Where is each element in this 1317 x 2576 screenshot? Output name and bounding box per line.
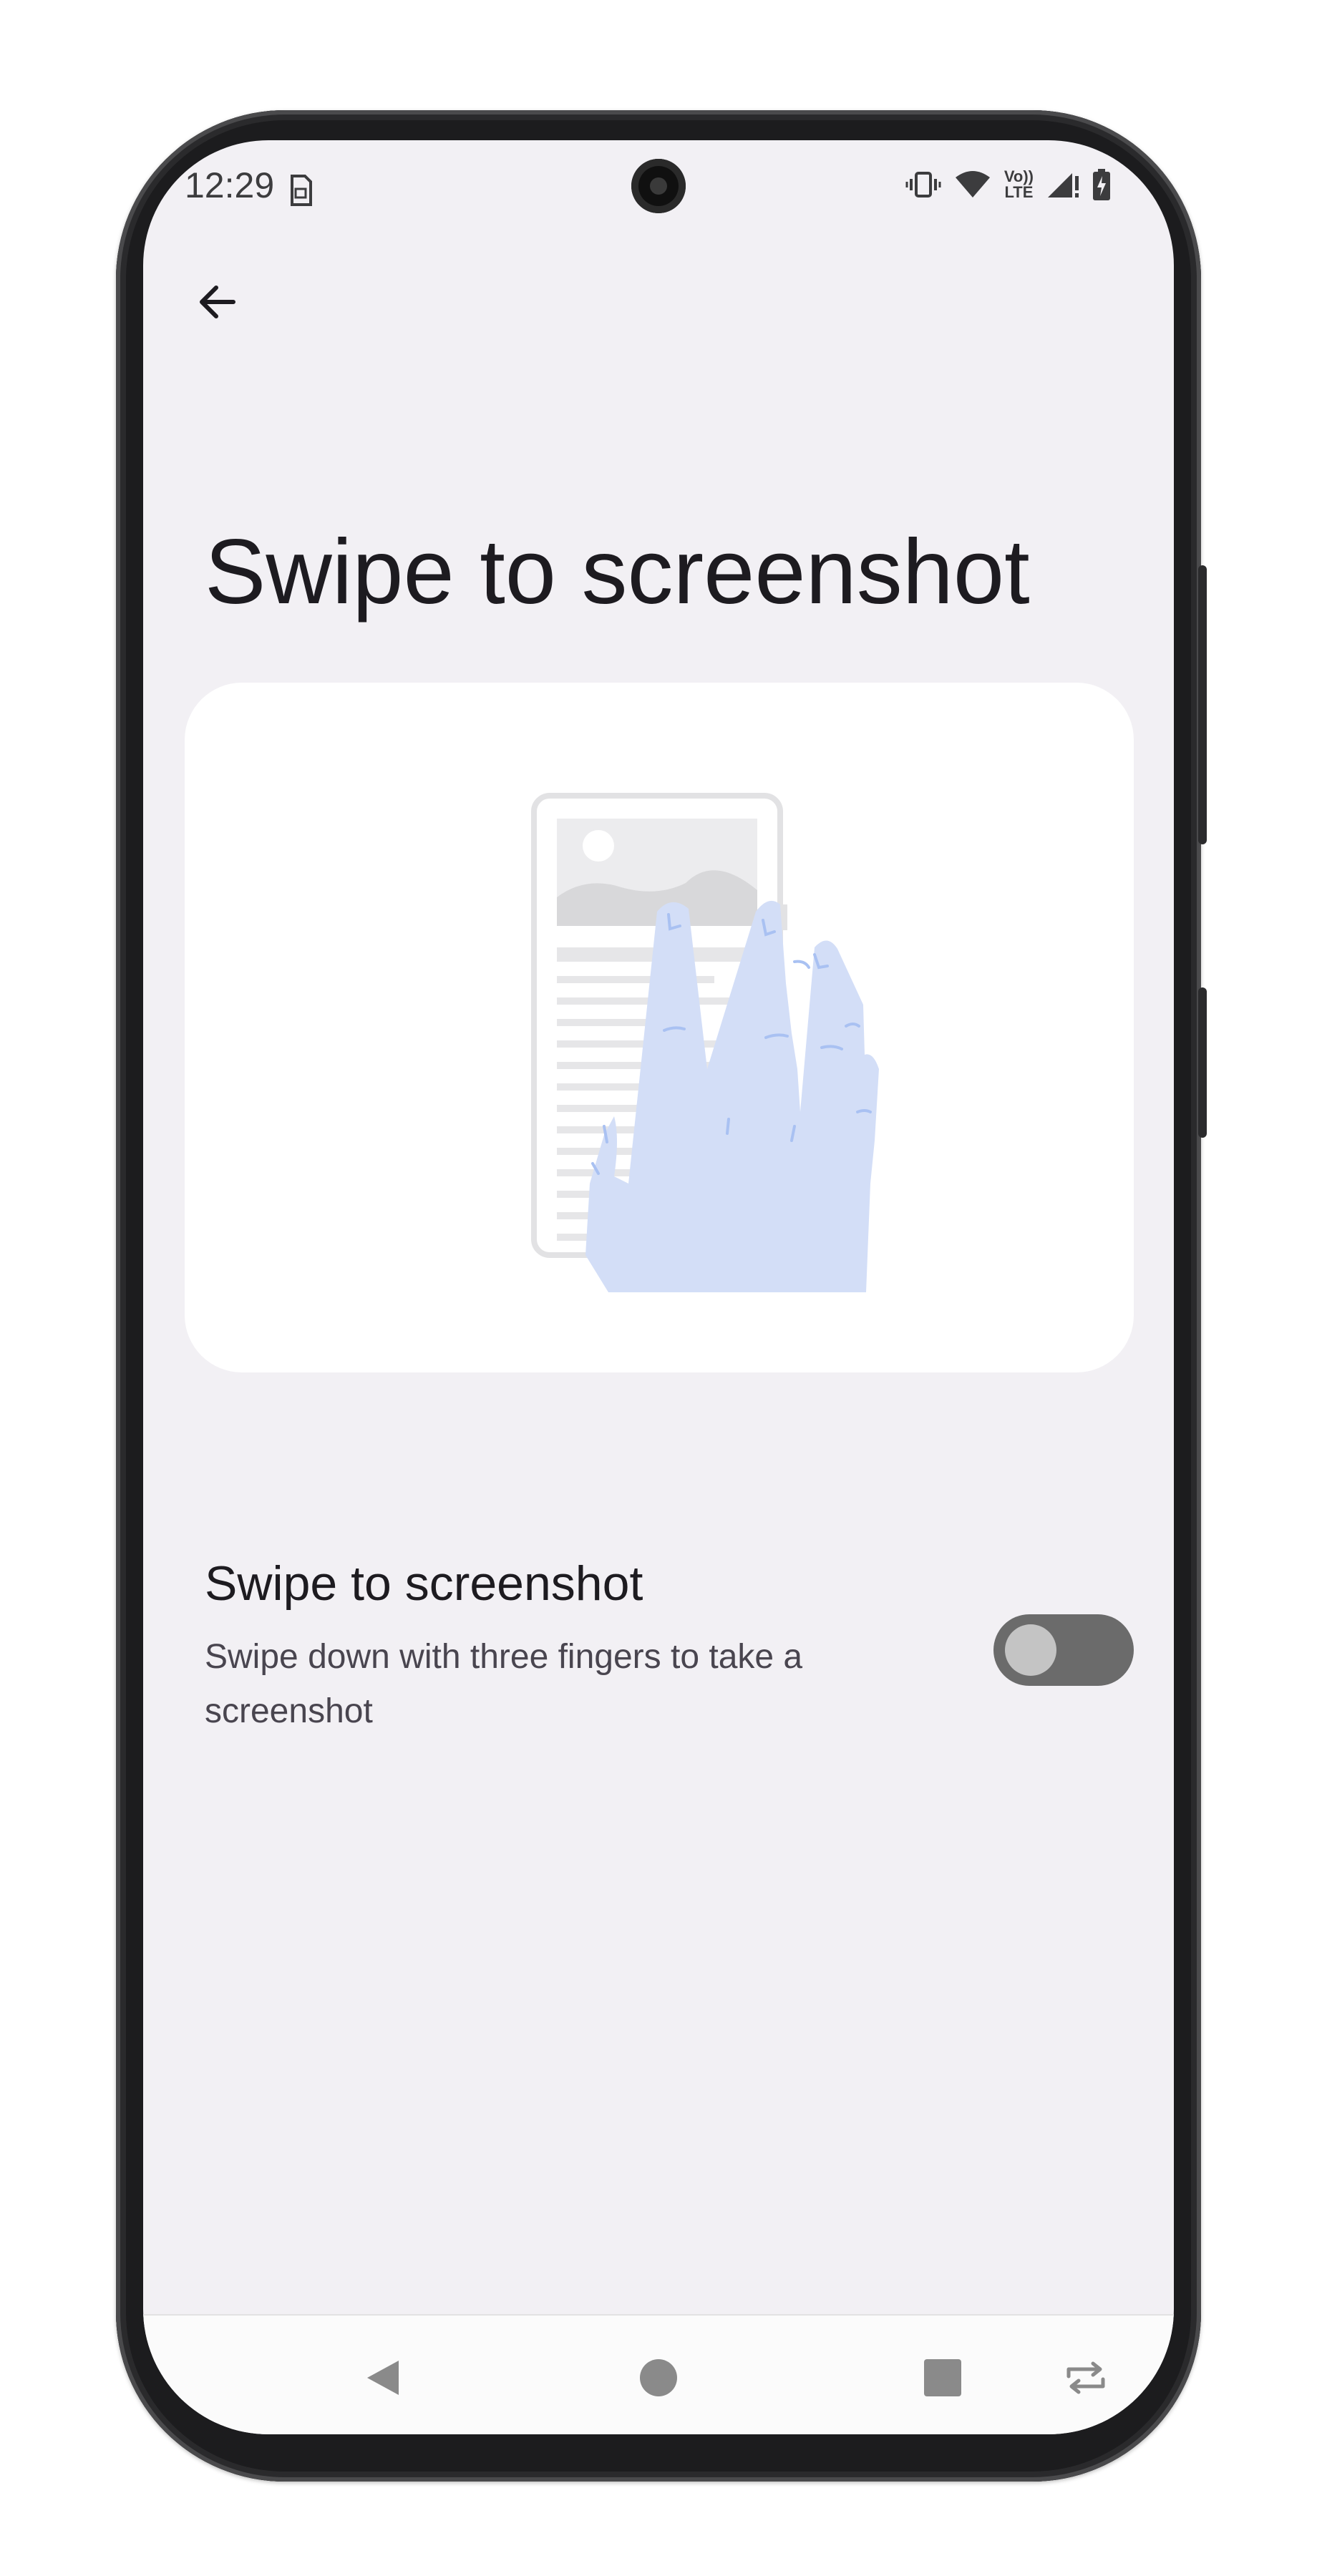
nav-home-button[interactable] <box>626 2346 691 2410</box>
setting-title: Swipe to screenshot <box>205 1556 643 1611</box>
swipe-to-screenshot-toggle[interactable] <box>993 1614 1134 1686</box>
volte-label-bottom: LTE <box>1004 183 1034 201</box>
home-circle-icon <box>640 2359 677 2396</box>
nav-recents-button[interactable] <box>910 2346 975 2410</box>
setting-description: Swipe down with three fingers to take a … <box>205 1638 803 1730</box>
vibrate-icon <box>905 170 941 199</box>
sim-card-icon <box>288 173 314 216</box>
front-camera <box>631 159 686 213</box>
toggle-knob <box>1005 1624 1056 1676</box>
back-triangle-icon <box>367 2361 399 2395</box>
three-finger-swipe-illustration <box>531 793 879 1292</box>
screen: 12:29 Vo)) LTE Swipe to screenshot Swipe… <box>143 140 1174 2434</box>
wifi-icon <box>954 170 991 199</box>
volte-label-top: Vo)) <box>1003 167 1034 185</box>
cell-signal-icon <box>1046 170 1079 199</box>
power-button <box>1198 565 1207 844</box>
status-time: 12:29 <box>185 165 275 205</box>
back-button[interactable] <box>180 265 255 339</box>
volume-button <box>1198 987 1207 1138</box>
status-icons: Vo)) LTE <box>905 169 1111 200</box>
battery-charging-icon <box>1092 169 1111 200</box>
page-title: Swipe to screenshot <box>205 521 1030 623</box>
nav-back-button[interactable] <box>351 2346 415 2410</box>
rotate-icon <box>1066 2361 1105 2394</box>
volte-icon: Vo)) LTE <box>1004 169 1034 200</box>
arrow-back-icon <box>200 286 235 318</box>
status-bar: 12:29 Vo)) LTE <box>143 140 1174 235</box>
illustration-card <box>185 683 1134 1372</box>
nav-rotate-button[interactable] <box>1054 2346 1118 2410</box>
recents-square-icon <box>924 2359 961 2396</box>
navigation-bar <box>143 2314 1174 2434</box>
